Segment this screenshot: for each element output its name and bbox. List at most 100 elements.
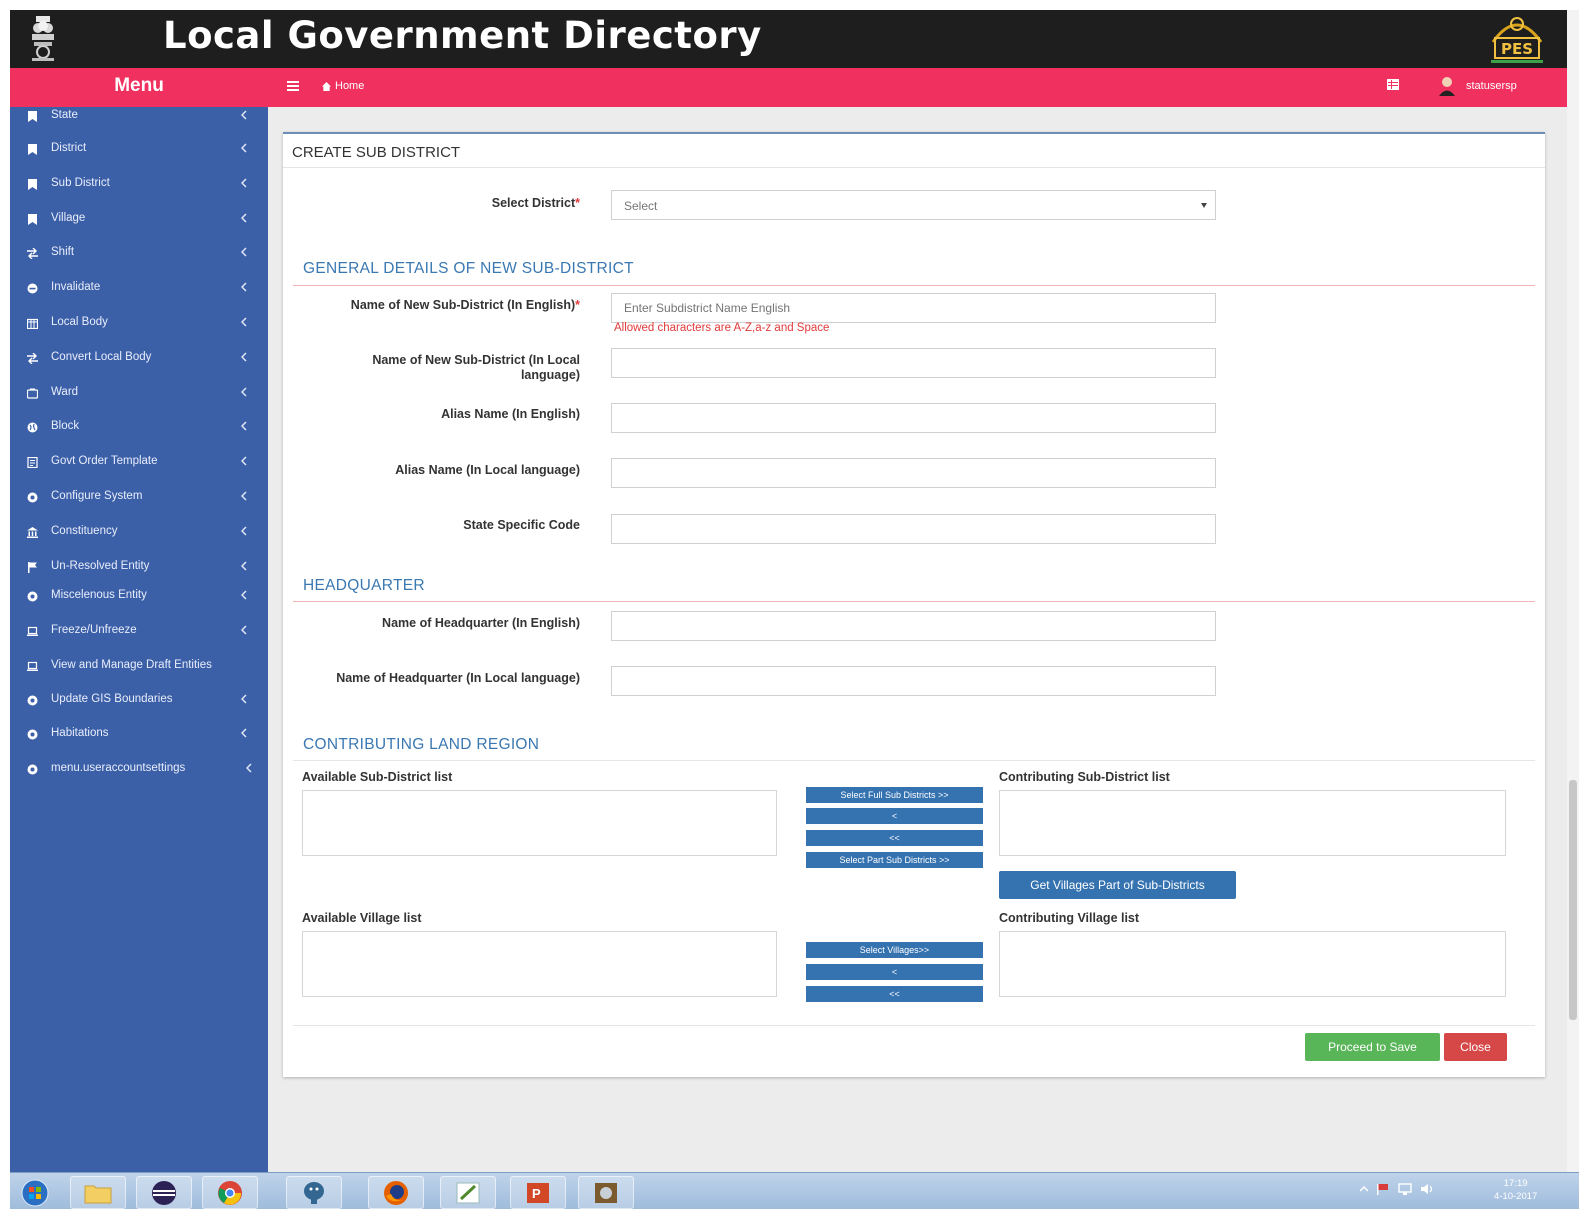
circle-icon (27, 591, 38, 602)
get-villages-button[interactable]: Get Villages Part of Sub-Districts (999, 871, 1236, 899)
contributing-village-list[interactable] (999, 931, 1506, 997)
scrollbar-thumb[interactable] (1569, 780, 1577, 1020)
remove-all-villages-button[interactable]: << (806, 986, 983, 1002)
folder-icon (84, 1185, 112, 1203)
state-code-input[interactable] (611, 514, 1216, 544)
sidebar-item-un-resolved-entity[interactable]: Un-Resolved Entity (10, 556, 268, 580)
app-title: Local Government Directory (163, 14, 762, 57)
page-scrollbar[interactable] (1567, 10, 1579, 1172)
taskbar-app-emblem[interactable] (578, 1176, 634, 1209)
remove-sub-district-button[interactable]: < (806, 808, 983, 824)
remove-all-sub-districts-button[interactable]: << (806, 830, 983, 846)
chevron-left-icon (241, 456, 247, 466)
proceed-to-save-button[interactable]: Proceed to Save (1305, 1033, 1440, 1061)
sidebar-item-local-body[interactable]: Local Body (10, 312, 268, 336)
contributing-village-label: Contributing Village list (999, 911, 1140, 925)
select-part-sub-districts-button[interactable]: Select Part Sub Districts >> (806, 852, 983, 868)
chevron-left-icon (241, 317, 247, 327)
taskbar-firefox[interactable] (368, 1176, 424, 1209)
home-link[interactable]: Home (322, 80, 364, 92)
start-button[interactable] (18, 1176, 52, 1209)
taskbar-postgres[interactable] (286, 1176, 342, 1209)
alias-local-input[interactable] (611, 458, 1216, 488)
sidebar-item-miscelenous-entity[interactable]: Miscelenous Entity (10, 585, 268, 609)
chevron-left-icon (241, 526, 247, 536)
hq-english-input[interactable] (611, 611, 1216, 641)
hq-english-label: Name of Headquarter (In English) (382, 616, 580, 630)
svg-text:PES: PES (1501, 40, 1533, 58)
section-divider (293, 601, 1535, 602)
close-button[interactable]: Close (1444, 1033, 1507, 1061)
windows-start-icon (21, 1179, 49, 1206)
alias-english-input[interactable] (611, 403, 1216, 433)
chevron-left-icon (241, 625, 247, 635)
sidebar-item-block[interactable]: Block (10, 416, 268, 440)
alias-english-label: Alias Name (In English) (441, 407, 580, 421)
remove-village-button[interactable]: < (806, 964, 983, 980)
circle-icon (27, 492, 38, 503)
section-divider (293, 760, 1535, 761)
tray-arrow-icon[interactable] (1360, 1185, 1368, 1193)
sidebar-item-state[interactable]: State (10, 105, 268, 129)
sidebar-item-user-account-settings[interactable]: menu.useraccountsettings (10, 758, 268, 782)
bookmark-icon (28, 214, 37, 225)
sidebar-item-village[interactable]: Village (10, 208, 268, 232)
chevron-left-icon (241, 387, 247, 397)
system-clock[interactable]: 17:19 4-10-2017 (1494, 1177, 1537, 1203)
sidebar-item-constituency[interactable]: Constituency (10, 521, 268, 545)
sidebar-item-sub-district[interactable]: Sub District (10, 173, 268, 197)
clock-time: 17:19 (1503, 1178, 1528, 1189)
home-link-label: Home (335, 80, 365, 92)
create-sub-district-panel: CREATE SUB DISTRICT Select District* Sel… (283, 132, 1545, 1077)
globe-icon (27, 422, 38, 433)
available-sub-district-list[interactable] (302, 790, 777, 856)
state-emblem-icon (32, 16, 54, 61)
chevron-left-icon (241, 561, 247, 571)
action-center-flag-icon[interactable] (1376, 1183, 1390, 1195)
name-english-input[interactable] (611, 293, 1216, 323)
chevron-left-icon (241, 110, 247, 120)
sidebar-item-view-manage-draft-entities[interactable]: View and Manage Draft Entities (10, 655, 268, 679)
user-menu[interactable]: statusersp (1438, 76, 1517, 96)
section-heading-general-details: GENERAL DETAILS OF NEW SUB-DISTRICT (303, 260, 634, 277)
chevron-left-icon (241, 421, 247, 431)
contributing-sub-district-list[interactable] (999, 790, 1506, 856)
select-district-label: Select District* (491, 196, 580, 210)
sidebar-item-district[interactable]: District (10, 138, 268, 162)
building-icon (27, 318, 38, 329)
apps-grid-icon[interactable] (1387, 79, 1399, 90)
hq-local-input[interactable] (611, 666, 1216, 696)
top-navbar: Menu Home statusersp (10, 68, 1567, 107)
volume-icon[interactable] (1420, 1183, 1434, 1195)
sidebar-item-ward[interactable]: Ward (10, 382, 268, 406)
bookmark-icon (28, 111, 37, 122)
sidebar-item-shift[interactable]: Shift (10, 242, 268, 266)
sidebar-item-govt-order-template[interactable]: Govt Order Template (10, 451, 268, 475)
network-icon[interactable] (1398, 1183, 1412, 1195)
user-avatar-icon (1439, 77, 1455, 96)
sidebar-item-freeze-unfreeze[interactable]: Freeze/Unfreeze (10, 620, 268, 644)
select-district-dropdown[interactable]: Select (611, 190, 1216, 220)
sidebar-item-habitations[interactable]: Habitations (10, 723, 268, 747)
select-full-sub-districts-button[interactable]: Select Full Sub Districts >> (806, 787, 983, 803)
circle-icon (27, 729, 38, 740)
sidebar-item-update-gis-boundaries[interactable]: Update GIS Boundaries (10, 689, 268, 713)
taskbar-eclipse[interactable] (136, 1176, 192, 1209)
laptop-icon (27, 626, 38, 636)
available-village-list[interactable] (302, 931, 777, 997)
circle-icon (27, 283, 38, 294)
circle-icon (27, 764, 38, 775)
taskbar-powerpoint[interactable]: P (510, 1176, 566, 1209)
select-villages-button[interactable]: Select Villages>> (806, 942, 983, 958)
sidebar-menu: State District Sub District Village Shif… (10, 107, 268, 1172)
sidebar-item-invalidate[interactable]: Invalidate (10, 277, 268, 301)
taskbar-chrome[interactable] (202, 1176, 258, 1209)
powerpoint-icon: P (527, 1182, 549, 1203)
name-local-label: Name of New Sub-District (In Local langu… (372, 353, 580, 382)
taskbar-paint[interactable] (440, 1176, 496, 1209)
hamburger-icon[interactable] (287, 80, 299, 92)
sidebar-item-convert-local-body[interactable]: Convert Local Body (10, 347, 268, 371)
sidebar-item-configure-system[interactable]: Configure System (10, 486, 268, 510)
taskbar-file-explorer[interactable] (70, 1176, 126, 1209)
name-local-input[interactable] (611, 348, 1216, 378)
